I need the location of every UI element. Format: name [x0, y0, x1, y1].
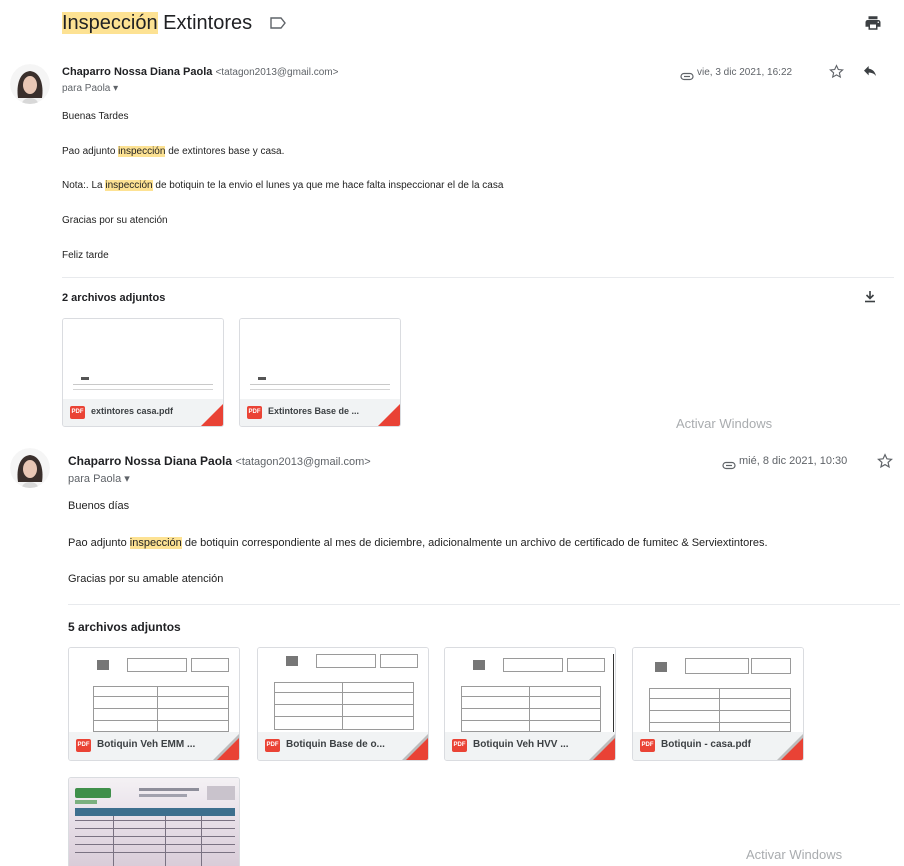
attachment-card[interactable]: PDF Extintores Base de ... [239, 318, 401, 427]
page-corner [406, 738, 428, 760]
attachment-preview [445, 648, 615, 734]
sender-name[interactable]: Chaparro Nossa Diana Paola <tatagon2013@… [62, 66, 338, 78]
attachment-name: Extintores Base de ... [268, 406, 360, 416]
certificate-thumbnail [69, 778, 239, 866]
attachment-name: Botiquin - casa.pdf [661, 739, 751, 750]
attachment-card[interactable]: PDF extintores casa.pdf [62, 318, 224, 427]
message-greeting: Buenos días [68, 500, 130, 512]
activation-watermark: Activar Windows [746, 847, 843, 862]
message-closing: Feliz tarde [62, 250, 109, 261]
attachment-footer: PDF Botiquin Veh EMM ... [69, 732, 239, 760]
attachment-card[interactable]: PDF Botiquin Veh HVV ... [444, 647, 616, 761]
pdf-icon: PDF [640, 739, 655, 752]
sender-email: <tatagon2013@gmail.com> [215, 67, 339, 78]
star-icon[interactable] [877, 453, 893, 469]
message-date: vie, 3 dic 2021, 16:22 [697, 67, 793, 78]
attachment-footer: PDF Extintores Base de ... [240, 399, 400, 426]
label-icon[interactable] [270, 16, 286, 33]
attachment-card-image[interactable] [68, 777, 240, 866]
star-icon[interactable] [829, 64, 845, 80]
attachment-card[interactable]: PDF Botiquin Veh EMM ... [68, 647, 240, 761]
page-corner [781, 738, 803, 760]
recipient-dropdown[interactable]: para Paola ▾ [62, 83, 118, 94]
activation-watermark: Activar Windows [676, 416, 773, 428]
email-subject: Inspección Extintores [62, 12, 252, 35]
page-corner [201, 404, 223, 426]
attachment-name: Botiquin Veh EMM ... [97, 739, 196, 750]
sender-name[interactable]: Chaparro Nossa Diana Paola <tatagon2013@… [68, 454, 371, 468]
page-corner [378, 404, 400, 426]
attachment-preview [69, 648, 239, 734]
pdf-icon: PDF [452, 739, 467, 752]
divider [62, 277, 894, 278]
pdf-icon: PDF [70, 406, 85, 419]
attachment-preview [258, 648, 428, 734]
subject-rest: Extintores [157, 12, 253, 34]
page-corner [217, 738, 239, 760]
reply-icon[interactable] [862, 65, 878, 81]
subject-highlight: Inspección [62, 12, 158, 34]
attachment-preview [633, 648, 803, 734]
sender-avatar[interactable] [10, 64, 50, 104]
attachment-footer: PDF extintores casa.pdf [63, 399, 223, 426]
sender-avatar[interactable] [10, 448, 50, 488]
print-icon[interactable] [864, 14, 884, 34]
message-thanks: Gracias por su atención [62, 215, 168, 226]
message-note: Nota:. La inspección de botiquin te la e… [62, 180, 504, 191]
attachment-name: Botiquin Base de o... [286, 739, 385, 750]
message-line: Pao adjunto inspección de botiquin corre… [68, 537, 768, 549]
attachment-footer: PDF Botiquin - casa.pdf [633, 732, 803, 760]
pdf-icon: PDF [76, 739, 91, 752]
message-date: mié, 8 dic 2021, 10:30 [739, 455, 848, 467]
download-icon[interactable] [864, 290, 878, 304]
divider [68, 604, 900, 605]
attachment-preview [63, 319, 223, 401]
attachments-title: 2 archivos adjuntos [62, 292, 166, 304]
paperclip-icon [680, 68, 694, 81]
page-corner [593, 738, 615, 760]
paperclip-icon [722, 457, 736, 470]
attachment-card[interactable]: PDF Botiquin - casa.pdf [632, 647, 804, 761]
attachment-footer: PDF Botiquin Veh HVV ... [445, 732, 615, 760]
sender-email: <tatagon2013@gmail.com> [235, 456, 371, 468]
message-greeting: Buenas Tardes [62, 111, 129, 122]
message-line: Pao adjunto inspección de extintores bas… [62, 146, 285, 157]
attachment-card[interactable]: PDF Botiquin Base de o... [257, 647, 429, 761]
attachment-preview [240, 319, 400, 401]
pdf-icon: PDF [247, 406, 262, 419]
pdf-icon: PDF [265, 739, 280, 752]
recipient-dropdown[interactable]: para Paola ▾ [68, 472, 130, 485]
attachment-footer: PDF Botiquin Base de o... [258, 732, 428, 760]
attachment-name: extintores casa.pdf [91, 406, 174, 416]
attachment-name: Botiquin Veh HVV ... [473, 739, 569, 750]
message-thanks: Gracias por su amable atención [68, 573, 224, 585]
attachments-title: 5 archivos adjuntos [68, 620, 181, 634]
